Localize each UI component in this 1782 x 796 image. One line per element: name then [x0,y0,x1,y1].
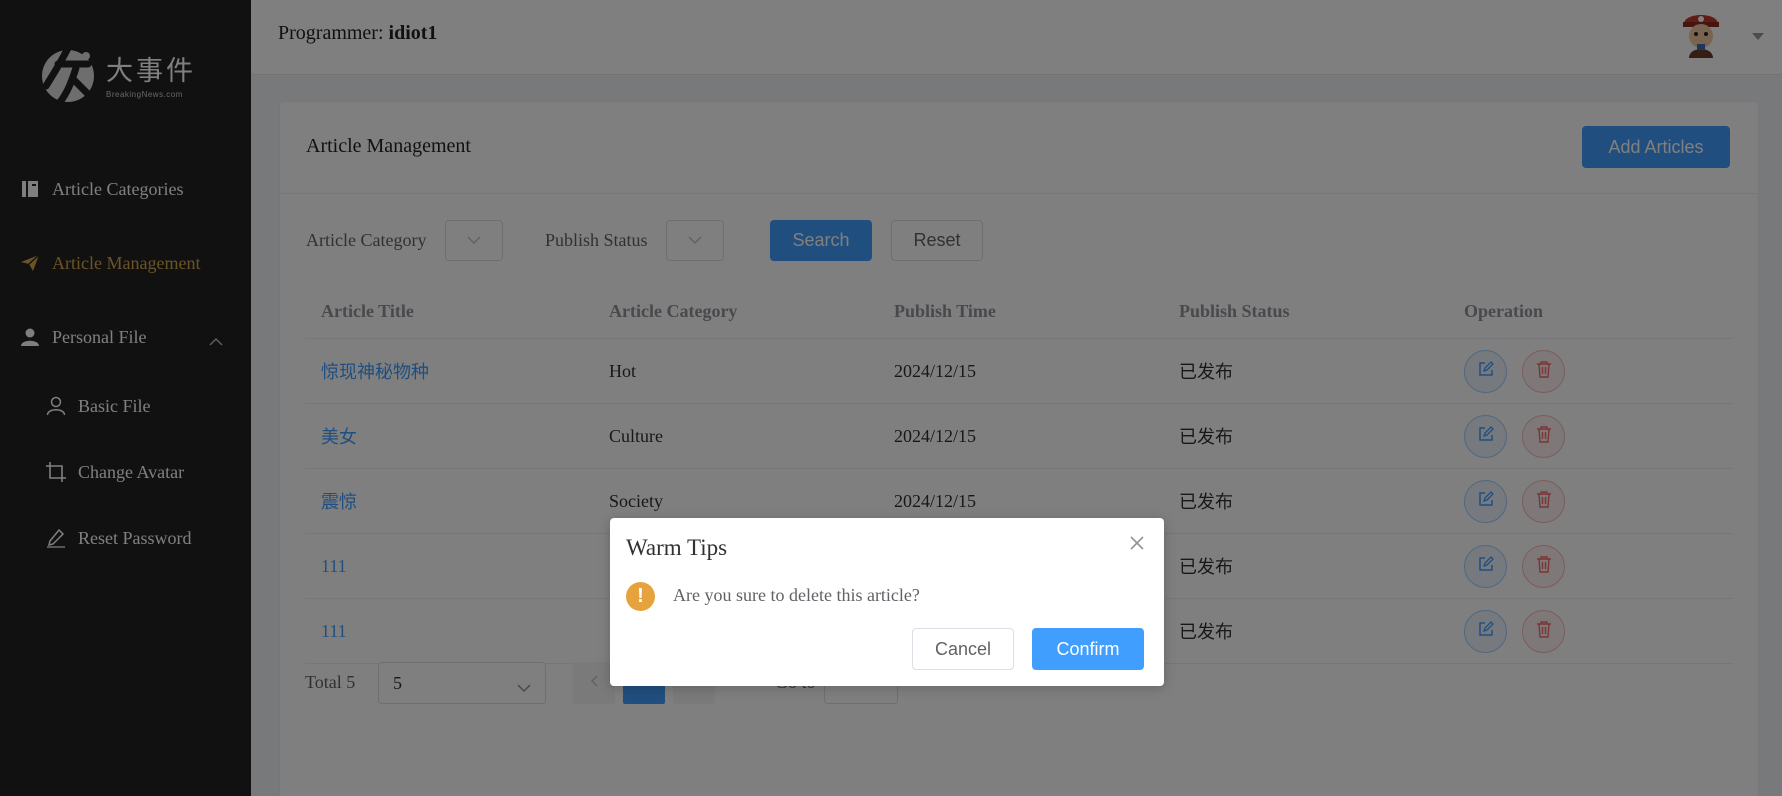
warning-icon: ! [626,582,655,611]
dialog-title: Warm Tips [626,535,728,560]
close-icon[interactable] [1126,532,1148,554]
dialog-message: Are you sure to delete this article? [673,585,920,605]
confirm-button[interactable]: Confirm [1032,628,1144,670]
confirm-dialog: Warm Tips ! Are you sure to delete this … [610,518,1164,686]
cancel-button[interactable]: Cancel [912,628,1014,670]
